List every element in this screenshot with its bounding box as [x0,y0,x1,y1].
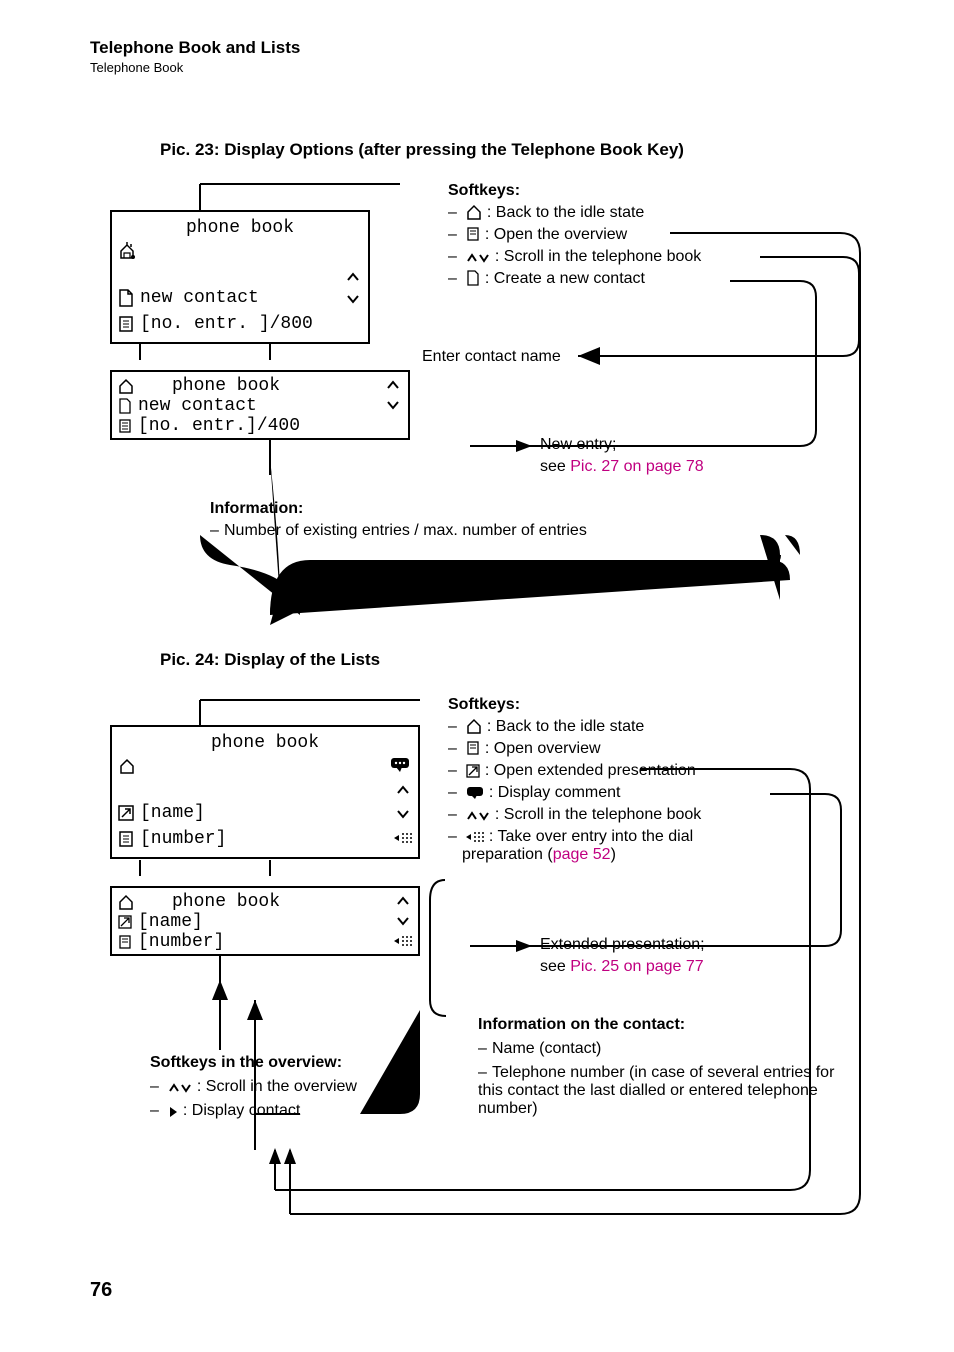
home-icon [118,242,136,260]
fig24-sk6d: ) [611,846,616,863]
fig23-enter-contact: Enter contact name [422,348,561,366]
list-icon [118,418,132,434]
fig24-overview-block: Softkeys in the overview: – : Scroll in … [150,1054,440,1120]
dial-grid-icon [394,831,412,845]
fig24-contact-info-heading: Information on the contact: [478,1016,858,1034]
list-icon [118,934,132,950]
home-icon [466,204,482,220]
fig23-sk3: : Scroll in the telephone book [495,248,701,265]
fig24-a-line1: [name] [140,803,205,823]
fig23-b-title: phone book [142,376,280,396]
fig24-sk1: : Back to the idle state [487,718,644,735]
chevron-down-icon [386,400,400,410]
list-icon [118,315,134,333]
dial-grid-icon [466,830,484,844]
chevron-up-icon [386,380,400,390]
triangle-right-icon [168,1106,178,1118]
fig24-sk5: : Scroll in the telephone book [495,806,701,823]
fig23-a-title: phone book [112,212,368,238]
fig24-sk6a: : Take over entry into the dial [489,828,693,845]
up-down-chevron-icon [466,252,490,264]
fig24-softkeys-heading: Softkeys: [448,696,848,714]
fig24-a-line2: [number] [140,829,226,849]
fig23-b-line1: new contact [138,396,257,416]
fig24-sk6-link[interactable]: page 52 [553,846,611,863]
chevron-up-icon [396,785,410,795]
fig23-softkeys-heading: Softkeys: [448,182,848,200]
fig24-sk2: : Open overview [485,740,601,757]
fig23-new-entry-link-visible[interactable]: Pic. 27 on page 78 [570,458,703,475]
fig23-softkeys-block: Softkeys: – : Back to the idle state – :… [448,182,848,292]
list-icon [466,740,480,756]
fig23-a-line2: [no. entr. ]/800 [140,314,313,334]
fig23-caption: Pic. 23: Display Options (after pressing… [160,140,684,160]
comment-icon [466,786,484,800]
fig23-a-line1: new contact [140,288,259,308]
fig23-information-block: Information: –Number of existing entries… [210,500,810,540]
fig24-ov1: : Scroll in the overview [197,1078,357,1095]
expand-icon [118,805,134,821]
home-icon [118,894,134,910]
chevron-down-icon [396,809,410,819]
page-number: 76 [90,1279,112,1302]
fig24-caption: Pic. 24: Display of the Lists [160,650,380,670]
list-icon [118,830,134,848]
fig23-sk1: : Back to the idle state [487,204,644,221]
header-section: Telephone Book and Lists [90,38,864,58]
fig24-a-title: phone book [112,727,418,753]
fig23-screen-a: phone book new contact [no. entr. ]/800 [110,210,370,344]
fig24-sk6b: preparation ( [462,846,553,863]
fig23-b-line2: [no. entr.]/400 [138,416,300,436]
dial-grid-icon [394,934,412,948]
fig24-sk3: : Open extended presentation [485,762,696,779]
fig23-new-entry: New entry; [540,436,616,454]
fig23-info-text: Number of existing entries / max. number… [224,522,587,539]
chevron-up-icon [396,896,410,906]
expand-icon [118,915,132,929]
fig24-screen-b: phone book [name] [number] [110,886,420,956]
list-icon [466,226,480,242]
fig24-sk4: : Display comment [489,784,621,801]
home-icon [466,718,482,734]
fig23-info-heading: Information: [210,500,810,518]
new-page-icon [466,270,480,286]
fig24-contact-info-block: Information on the contact: –Name (conta… [478,1016,858,1118]
fig24-ext-pres-link[interactable]: Pic. 25 on page 77 [570,958,703,975]
chevron-down-icon [346,294,360,304]
new-page-icon [118,398,132,414]
home-icon [118,378,134,394]
fig24-b-line2: [number] [138,932,224,952]
expand-icon [466,764,480,778]
fig24-softkeys-block: Softkeys: – : Back to the idle state – :… [448,696,848,868]
fig24-overview-heading: Softkeys in the overview: [150,1054,440,1072]
fig23-sk2: : Open the overview [485,226,627,243]
new-page-icon [118,289,134,307]
fig24-screen-a: phone book [name] [number] [110,725,420,859]
up-down-chevron-icon [466,810,490,822]
chevron-up-icon [346,272,360,282]
chevron-down-icon [396,916,410,926]
up-down-chevron-icon [168,1082,192,1094]
comment-icon [390,757,410,773]
fig23-sk4: : Create a new contact [485,270,645,287]
header-subsection: Telephone Book [90,60,864,75]
fig24-ov2: : Display contact [183,1102,300,1119]
fig24-b-title: phone book [142,892,280,912]
fig24-ci1: Name (contact) [492,1040,601,1057]
home-icon [118,757,136,775]
fig23-screen-b: phone book new contact [no. entr.]/400 [110,370,410,440]
fig24-ci2: Telephone number (in case of several ent… [478,1064,834,1117]
fig24-b-line1: [name] [138,912,203,932]
fig24-ext-pres: Extended presentation; [540,936,705,954]
